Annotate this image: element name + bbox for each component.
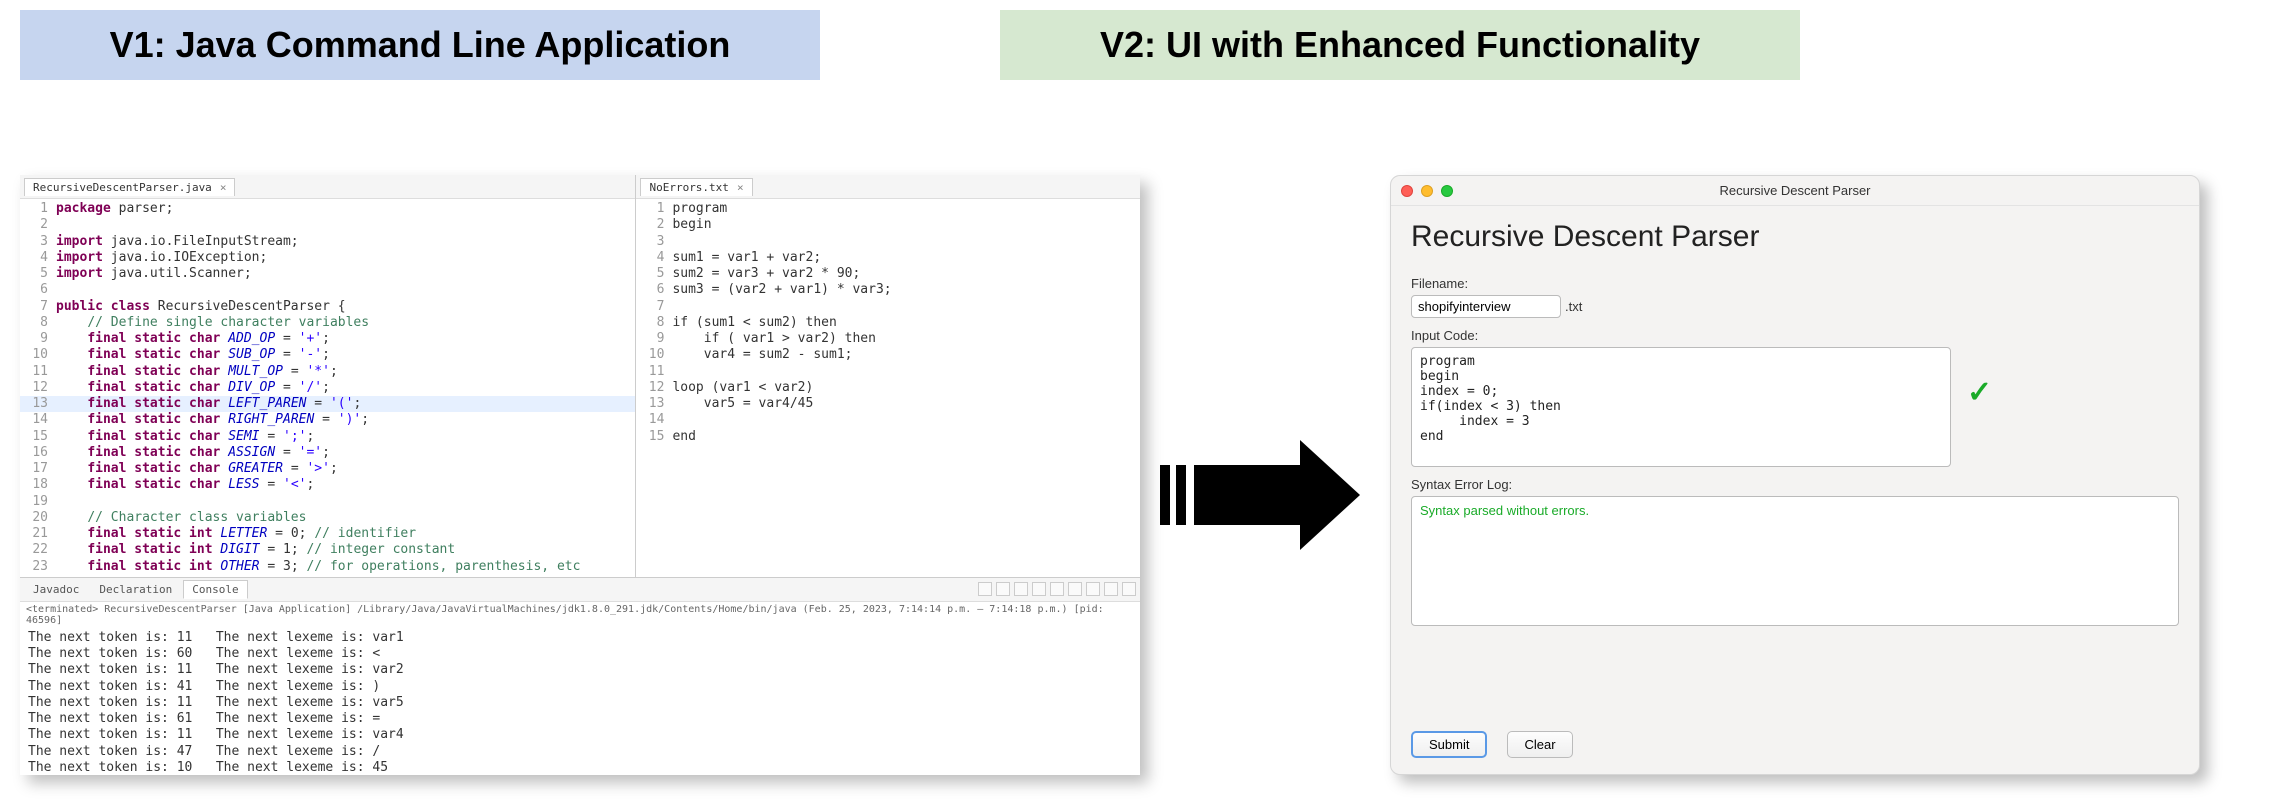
v2-banner: V2: UI with Enhanced Functionality [1000, 10, 1800, 80]
filename-label: Filename: [1411, 276, 2179, 291]
code-line[interactable]: 11 final static char MULT_OP = '*'; [20, 364, 635, 380]
ide-right-editor: NoErrors.txt × 1program2begin34sum1 = va… [636, 175, 1140, 577]
code-line[interactable]: 17 final static char GREATER = '>'; [20, 461, 635, 477]
syntax-error-log[interactable]: Syntax parsed without errors. [1411, 496, 2179, 626]
console-toolbar-icons [978, 582, 1136, 596]
toolbar-icon[interactable] [1122, 582, 1136, 596]
console-line: The next token is: 61 The next lexeme is… [28, 711, 1132, 727]
txt-editor[interactable]: 1program2begin34sum1 = var1 + var2;5sum2… [636, 199, 1140, 577]
code-line[interactable]: 8 // Define single character variables [20, 315, 635, 331]
javadoc-tab[interactable]: Javadoc [24, 580, 88, 599]
console-meta: <terminated> RecursiveDescentParser [Jav… [20, 602, 1140, 628]
ide-left-editor: RecursiveDescentParser.java × 1package p… [20, 175, 636, 577]
window-zoom-icon[interactable] [1441, 185, 1453, 197]
console-line: The next token is: 10 The next lexeme is… [28, 760, 1132, 775]
code-line[interactable]: 13 var5 = var4/45 [636, 396, 1140, 412]
submit-button[interactable]: Submit [1411, 731, 1487, 758]
code-line[interactable]: 2 [20, 217, 635, 233]
java-file-tab-label: RecursiveDescentParser.java [33, 181, 212, 194]
input-code-label: Input Code: [1411, 328, 2179, 343]
code-line[interactable]: 8if (sum1 < sum2) then [636, 315, 1140, 331]
arrow-icon [1160, 445, 1360, 545]
titlebar: Recursive Descent Parser [1391, 176, 2199, 206]
checkmark-icon: ✓ [1967, 375, 1992, 410]
code-line[interactable]: 5sum2 = var3 + var2 * 90; [636, 266, 1140, 282]
console-output[interactable]: The next token is: 11 The next lexeme is… [20, 628, 1140, 775]
txt-file-tab[interactable]: NoErrors.txt × [640, 178, 752, 196]
console-line: The next token is: 47 The next lexeme is… [28, 744, 1132, 760]
console-line: The next token is: 11 The next lexeme is… [28, 662, 1132, 678]
toolbar-icon[interactable] [996, 582, 1010, 596]
code-line[interactable]: 4import java.io.IOException; [20, 250, 635, 266]
code-line[interactable]: 10 final static char SUB_OP = '-'; [20, 347, 635, 363]
window-close-icon[interactable] [1401, 185, 1413, 197]
code-line[interactable]: 22 final static int DIGIT = 1; // intege… [20, 542, 635, 558]
filename-input[interactable] [1411, 295, 1561, 318]
console-line: The next token is: 11 The next lexeme is… [28, 695, 1132, 711]
code-line[interactable]: 3import java.io.FileInputStream; [20, 234, 635, 250]
code-line[interactable]: 2begin [636, 217, 1140, 233]
code-line[interactable]: 1program [636, 201, 1140, 217]
code-line[interactable]: 12 final static char DIV_OP = '/'; [20, 380, 635, 396]
code-line[interactable]: 9 if ( var1 > var2) then [636, 331, 1140, 347]
app-heading: Recursive Descent Parser [1411, 220, 2179, 254]
console-line: The next token is: 60 The next lexeme is… [28, 646, 1132, 662]
v1-banner: V1: Java Command Line Application [20, 10, 820, 80]
console-tab[interactable]: Console [183, 580, 247, 599]
toolbar-icon[interactable] [1050, 582, 1064, 596]
toolbar-icon[interactable] [1104, 582, 1118, 596]
code-line[interactable]: 20 // Character class variables [20, 510, 635, 526]
code-line[interactable]: 3 [636, 234, 1140, 250]
window-minimize-icon[interactable] [1421, 185, 1433, 197]
java-file-tab[interactable]: RecursiveDescentParser.java × [24, 178, 235, 196]
filename-extension: .txt [1565, 299, 1582, 314]
close-icon[interactable]: × [220, 181, 227, 194]
code-line[interactable]: 14 [636, 412, 1140, 428]
code-line[interactable]: 7public class RecursiveDescentParser { [20, 299, 635, 315]
console-line: The next token is: 11 The next lexeme is… [28, 727, 1132, 743]
code-line[interactable]: 18 final static char LESS = '<'; [20, 477, 635, 493]
code-line[interactable]: 14 final static char RIGHT_PAREN = ')'; [20, 412, 635, 428]
code-line[interactable]: 9 final static char ADD_OP = '+'; [20, 331, 635, 347]
toolbar-icon[interactable] [1032, 582, 1046, 596]
syntax-log-label: Syntax Error Log: [1411, 477, 2179, 492]
code-line[interactable]: 6 [20, 282, 635, 298]
clear-button[interactable]: Clear [1507, 731, 1572, 758]
txt-file-tab-label: NoErrors.txt [649, 181, 728, 194]
declaration-tab[interactable]: Declaration [90, 580, 181, 599]
code-line[interactable]: 12loop (var1 < var2) [636, 380, 1140, 396]
code-line[interactable]: 4sum1 = var1 + var2; [636, 250, 1140, 266]
toolbar-icon[interactable] [1068, 582, 1082, 596]
window-title: Recursive Descent Parser [1391, 183, 2199, 198]
console-line: The next token is: 41 The next lexeme is… [28, 679, 1132, 695]
code-line[interactable]: 15 final static char SEMI = ';'; [20, 429, 635, 445]
input-code-textarea[interactable]: program begin index = 0; if(index < 3) t… [1411, 347, 1951, 467]
code-line[interactable]: 7 [636, 299, 1140, 315]
toolbar-icon[interactable] [978, 582, 992, 596]
code-line[interactable]: 21 final static int LETTER = 0; // ident… [20, 526, 635, 542]
code-line[interactable]: 13 final static char LEFT_PAREN = '('; [20, 396, 635, 412]
toolbar-icon[interactable] [1014, 582, 1028, 596]
code-line[interactable]: 5import java.util.Scanner; [20, 266, 635, 282]
ide-bottom-panel: Javadoc Declaration Console <terminated>… [20, 578, 1140, 775]
code-line[interactable]: 10 var4 = sum2 - sum1; [636, 347, 1140, 363]
java-editor[interactable]: 1package parser;23import java.io.FileInp… [20, 199, 635, 577]
code-line[interactable]: 6sum3 = (var2 + var1) * var3; [636, 282, 1140, 298]
code-line[interactable]: 16 final static char ASSIGN = '='; [20, 445, 635, 461]
toolbar-icon[interactable] [1086, 582, 1100, 596]
code-line[interactable]: 23 final static int OTHER = 3; // for op… [20, 559, 635, 575]
ide-window: RecursiveDescentParser.java × 1package p… [20, 175, 1140, 775]
code-line[interactable]: 1package parser; [20, 201, 635, 217]
console-line: The next token is: 11 The next lexeme is… [28, 630, 1132, 646]
code-line[interactable]: 19 [20, 494, 635, 510]
close-icon[interactable]: × [737, 181, 744, 194]
parser-app-window: Recursive Descent Parser Recursive Desce… [1390, 175, 2200, 775]
code-line[interactable]: 15end [636, 429, 1140, 445]
code-line[interactable]: 11 [636, 364, 1140, 380]
